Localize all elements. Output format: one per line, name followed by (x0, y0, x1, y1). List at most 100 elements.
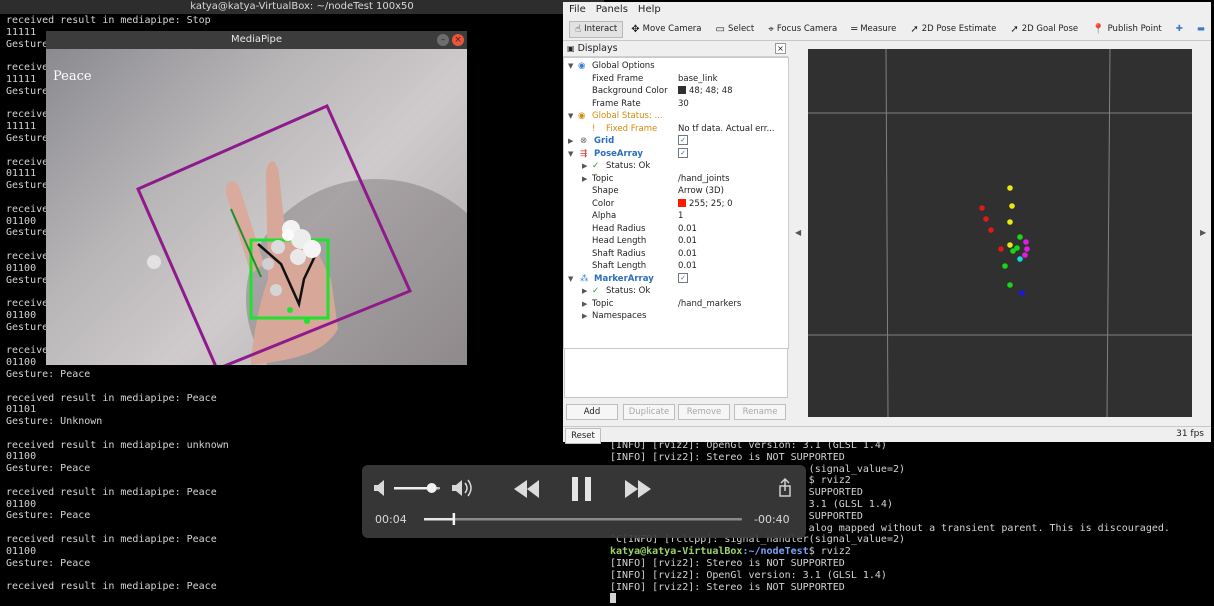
tree-shaft-length[interactable]: Shaft Length 0.01 (564, 260, 788, 273)
add-tool-icon[interactable]: ✚ (1170, 21, 1189, 37)
measure-icon: ═ (851, 23, 858, 35)
tree-shaft-radius[interactable]: Shaft Radius 0.01 (564, 248, 788, 261)
pose-array-checkbox[interactable]: ✓ (678, 147, 688, 158)
mediapipe-window[interactable]: MediaPipe – × Peace (46, 31, 467, 365)
close-icon[interactable]: × (452, 34, 464, 46)
displays-icon: ▣ (567, 44, 575, 53)
close-panel-icon[interactable]: × (775, 43, 786, 54)
publish-point-icon: 📍 (1092, 23, 1105, 35)
goal-pose-icon: ➚ (1010, 23, 1019, 35)
tree-fixed-frame-warning[interactable]: ! Fixed Frame No tf data. Actual err... (564, 123, 788, 136)
terminal-line: Gesture: Peace (6, 510, 91, 522)
color-swatch (678, 198, 686, 207)
marker-array-checkbox[interactable]: ✓ (678, 272, 688, 283)
terminal-cursor (610, 593, 616, 604)
minimize-icon[interactable]: – (437, 34, 449, 46)
terminal-line: Gesture: Unknown (6, 416, 103, 428)
tool-move-camera[interactable]: ✥ Move Camera (625, 21, 707, 38)
terminal-line: received result in mediapipe: Peace (6, 486, 217, 498)
menu-help[interactable]: Help (638, 4, 661, 15)
tool-label: 2D Goal Pose (1021, 24, 1079, 34)
tree-head-radius[interactable]: Head Radius 0.01 (564, 223, 788, 236)
reset-button[interactable]: Reset (565, 428, 601, 444)
wall-switch-icon (147, 255, 161, 269)
color-swatch (678, 86, 686, 94)
menu-bar: File Panels Help (563, 2, 1211, 18)
left-terminal-title: katya@katya-VirtualBox: ~/nodeTest 100x5… (0, 0, 604, 14)
video-player-controls[interactable]: 00:04 -00:40 (362, 465, 806, 538)
tree-frame-rate[interactable]: Frame Rate 30 (564, 98, 788, 111)
add-button[interactable]: Add (566, 404, 618, 420)
hand-markers (979, 185, 1030, 296)
tool-label: Move Camera (642, 24, 702, 34)
tool-measure[interactable]: ═ Measure (845, 21, 902, 38)
3d-viewport[interactable] (808, 48, 1192, 418)
grid-lines (808, 48, 1192, 418)
tree-fixed-frame[interactable]: Fixed Frame base_link (564, 73, 788, 86)
duplicate-button[interactable]: Duplicate (623, 404, 675, 420)
displays-tree[interactable]: ▼ ◉ Global Options Fixed Frame base_link Ba… (563, 57, 789, 349)
gesture-label: Peace (53, 69, 92, 84)
tree-pose-status[interactable]: ▶ ✓ Status: Ok (564, 160, 788, 173)
tool-label: Publish Point (1107, 24, 1162, 34)
grid-checkbox[interactable]: ✓ (678, 135, 688, 145)
pause-icon (572, 477, 591, 501)
toolbar: ☝ Interact ✥ Move Camera ▭ Select ⌖ Focus Camer… (563, 18, 1211, 41)
tree-shape[interactable]: Shape Arrow (3D) (564, 185, 788, 198)
hand-overlay (136, 104, 467, 365)
tree-global-options[interactable]: ▼ ◉ Global Options (564, 60, 788, 73)
terminal-line: received result in mediapipe: unknown (6, 439, 229, 451)
terminal-line: Gesture: Peace (6, 557, 91, 569)
menu-panels[interactable]: Panels (596, 4, 628, 15)
terminal-prompt: katya@katya-VirtualBox:~/nodeTest$ rviz2 (610, 546, 1170, 558)
remove-tool-icon[interactable]: ▬ (1191, 21, 1211, 37)
warning-icon: ◉ (578, 111, 586, 121)
tree-alpha[interactable]: Alpha 1 (564, 210, 788, 223)
rename-button[interactable]: Rename (734, 404, 786, 420)
tree-marker-status[interactable]: ▶ ✓ Status: Ok (564, 285, 788, 298)
tree-namespaces[interactable]: ▶ Namespaces (564, 310, 788, 323)
tree-head-length[interactable]: Head Length 0.01 (564, 235, 788, 248)
volume-low-icon (374, 480, 384, 496)
tool-select[interactable]: ▭ Select (710, 21, 761, 38)
menu-file[interactable]: File (569, 4, 586, 15)
tree-grid[interactable]: ▶ ⊗ Grid ✓ (564, 135, 788, 148)
marker-array-icon: ⁂ (580, 273, 589, 284)
focus-camera-icon: ⌖ (768, 23, 774, 35)
tree-marker-array[interactable]: ▼ ⁂ MarkerArray ✓ (564, 272, 788, 286)
terminal-line: received result in mediapipe: Peace (6, 534, 217, 546)
warning-icon: ! (592, 123, 596, 134)
terminal-line: Gesture: Peace (6, 368, 91, 380)
tree-pose-array[interactable]: ▼ ⇶ PoseArray ✓ (564, 147, 788, 161)
collapse-left-icon[interactable]: ◀ (795, 228, 801, 237)
terminal-line: 01100 (6, 545, 37, 557)
terminal-line: 01100 (6, 451, 37, 463)
tool-2d-pose-estimate[interactable]: ➚ 2D Pose Estimate (904, 21, 1002, 38)
remaining-time: -00:40 (754, 513, 790, 526)
interact-icon: ☝ (575, 23, 582, 35)
tree-color[interactable]: Color 255; 25; 0 (564, 198, 788, 211)
tool-publish-point[interactable]: 📍 Publish Point (1086, 21, 1168, 38)
tree-pose-topic[interactable]: ▶ Topic/hand_joints (564, 173, 788, 186)
tree-global-status[interactable]: ▼ ◉ Global Status: ... (564, 110, 788, 123)
tree-background-color[interactable]: Background Color 48; 48; 48 (564, 85, 788, 98)
tool-2d-goal-pose[interactable]: ➚ 2D Goal Pose (1004, 21, 1084, 38)
tree-marker-topic[interactable]: ▶ Topic/hand_markers (564, 298, 788, 311)
terminal-line: [INFO] [rviz2]: Stereo is NOT SUPPORTED (610, 557, 845, 569)
status-bar: Reset 31 fps (563, 426, 1211, 444)
rviz-window[interactable]: File Panels Help ☝ Interact ✥ Move Camera ▭ Sel… (563, 2, 1211, 444)
remove-button[interactable]: Remove (678, 404, 730, 420)
collapse-right-icon[interactable]: ▶ (1200, 228, 1206, 237)
globe-icon: ◉ (578, 61, 586, 71)
tool-label: Interact (584, 24, 618, 34)
tool-interact[interactable]: ☝ Interact (569, 20, 624, 38)
progress-fill (424, 518, 453, 521)
mediapipe-title: MediaPipe (230, 34, 283, 45)
tool-label: Measure (860, 24, 897, 34)
tool-label: 2D Pose Estimate (921, 24, 997, 34)
mediapipe-titlebar[interactable]: MediaPipe – × (46, 31, 467, 49)
tool-focus-camera[interactable]: ⌖ Focus Camera (762, 21, 843, 38)
